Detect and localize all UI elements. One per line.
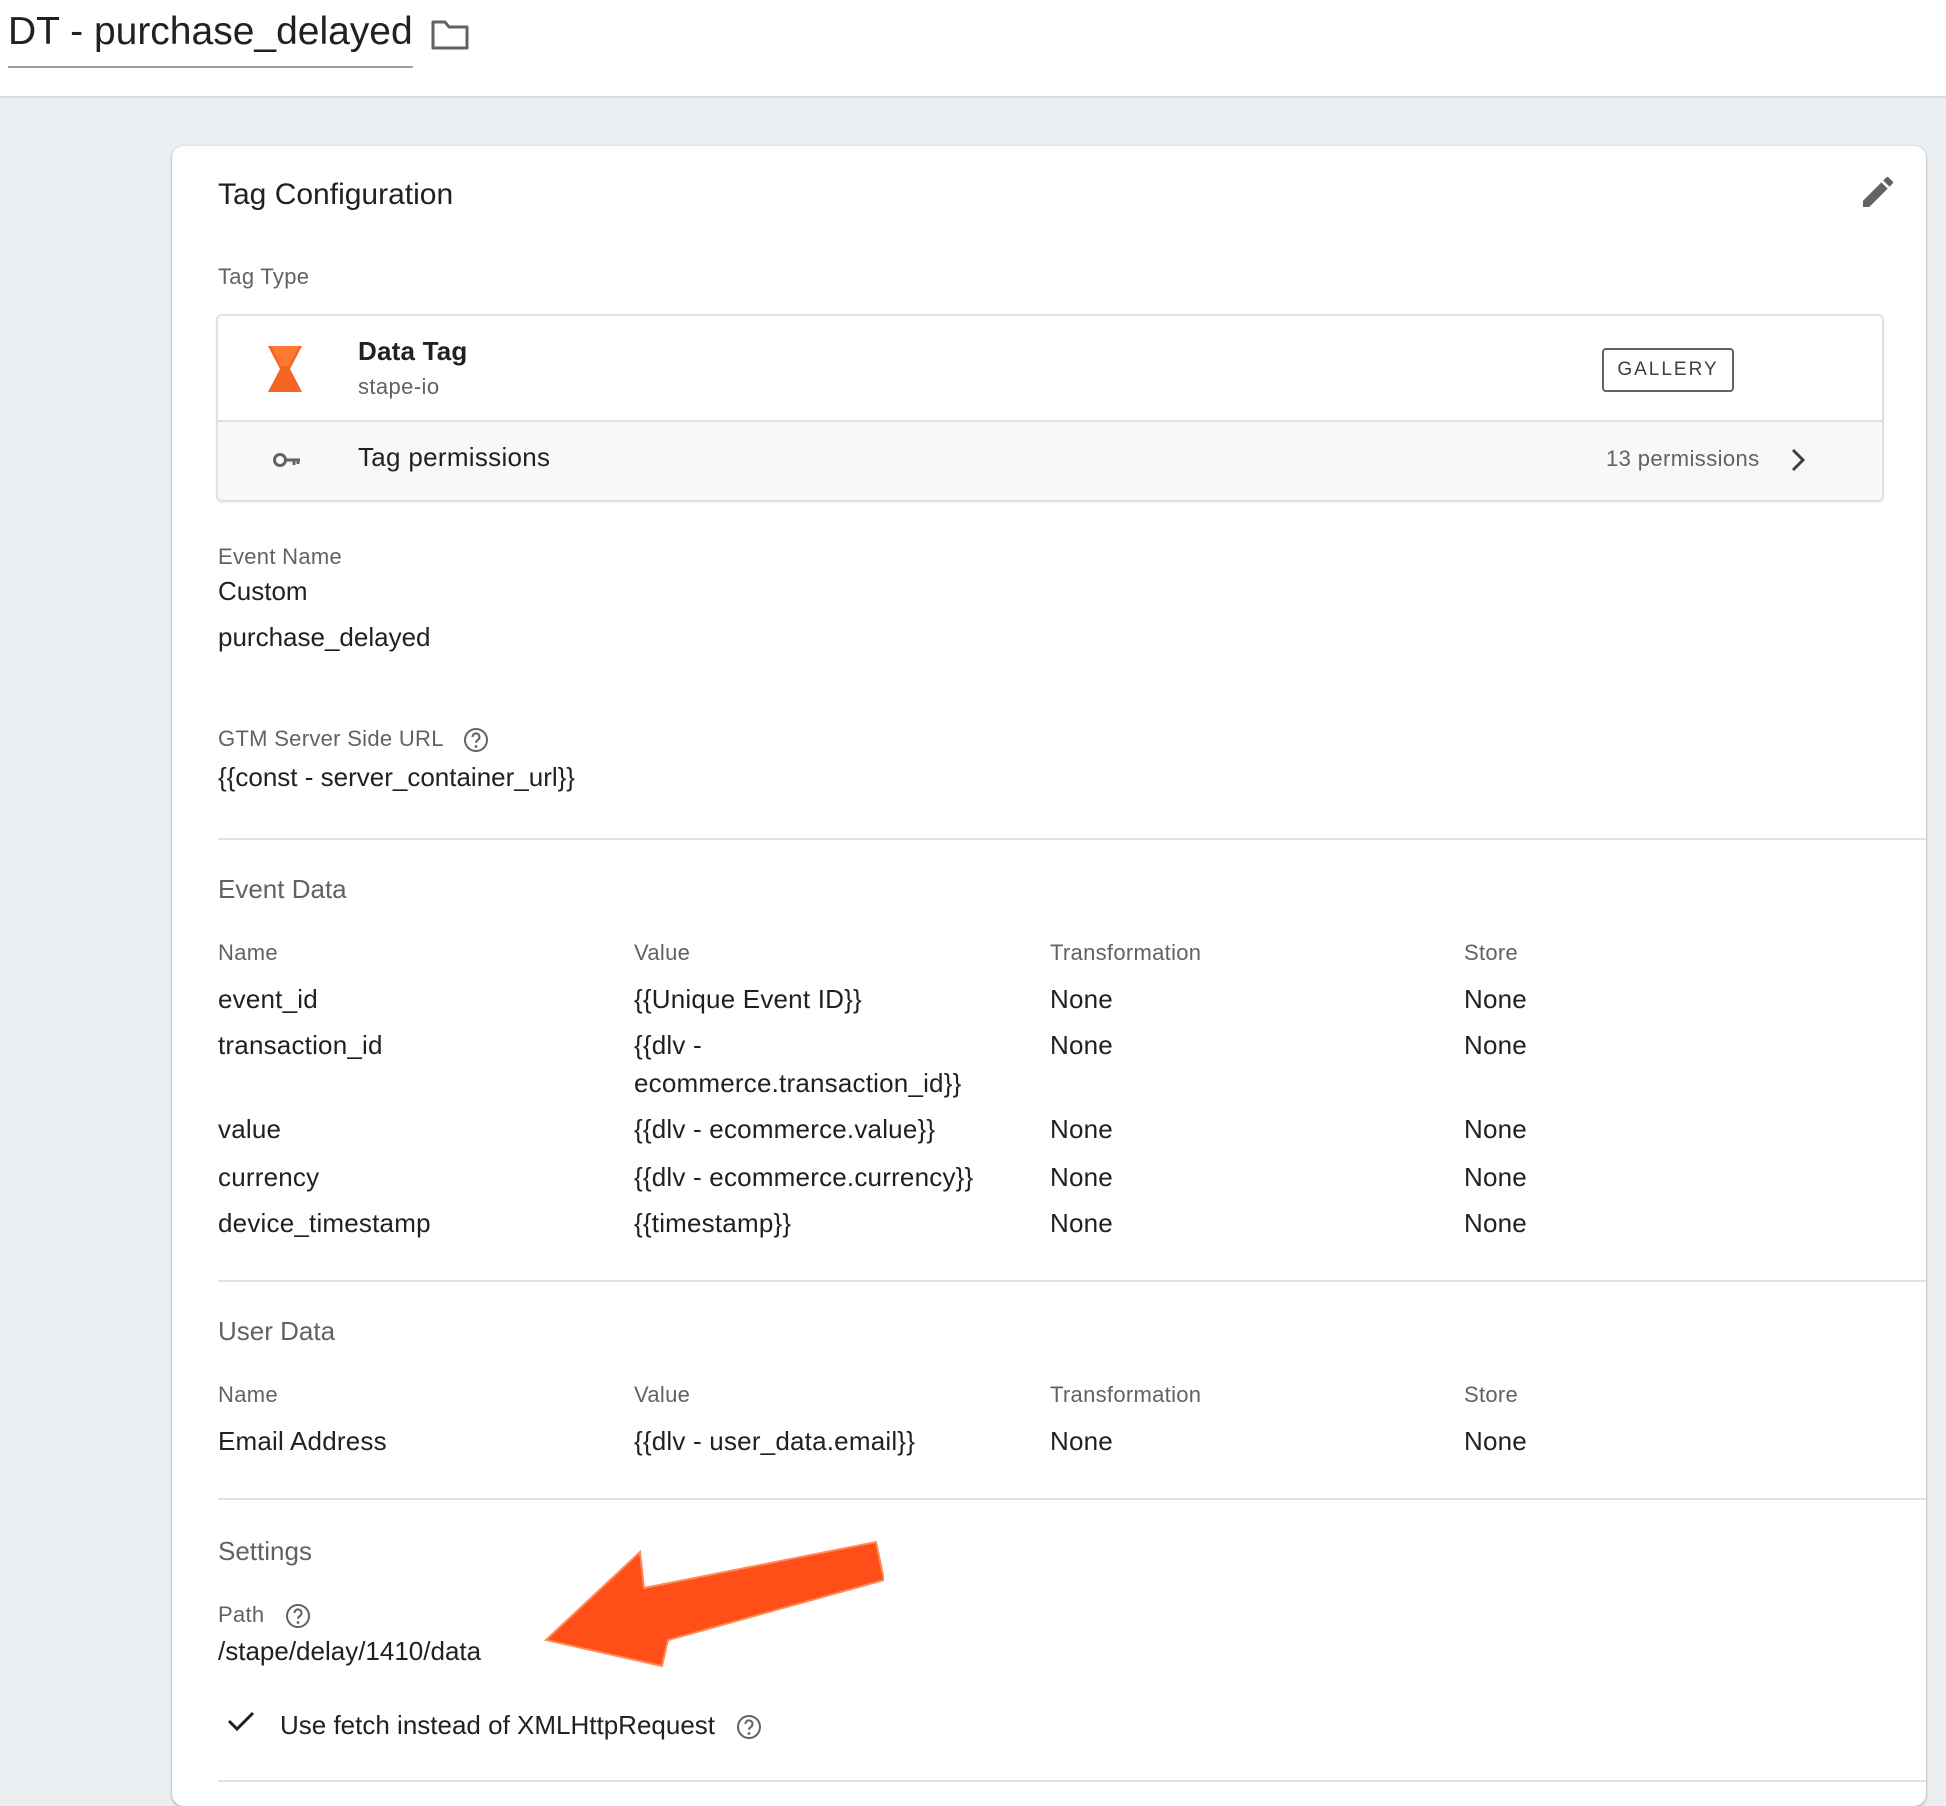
path-value: /stape/delay/1410/data (218, 1636, 482, 1666)
event-data-title: Event Data (218, 874, 347, 904)
data-tag-logo-icon (268, 346, 302, 392)
card-title: Tag Configuration (218, 178, 454, 211)
tag-type-vendor: stape-io (358, 374, 440, 399)
tag-permissions-label: Tag permissions (358, 442, 551, 472)
event-data-store: None (1464, 984, 1527, 1014)
event-data-name: device_timestamp (218, 1208, 431, 1238)
event-data-value: {{dlv - (634, 1030, 702, 1060)
event-data-header-name: Name (218, 940, 278, 965)
help-icon[interactable] (463, 727, 489, 753)
user-data-header-name: Name (218, 1382, 278, 1407)
event-data-value: {{Unique Event ID}} (634, 984, 862, 1014)
event-data-name: event_id (218, 984, 318, 1014)
event-name-value: purchase_delayed (218, 622, 431, 652)
fetch-option: Use fetch instead of XMLHttpRequest (280, 1710, 762, 1741)
event-data-value: {{dlv - ecommerce.value}} (634, 1114, 936, 1144)
tag-type-row[interactable]: Data Tag stape-io GALLERY (218, 316, 1882, 420)
event-data-transformation: None (1050, 984, 1113, 1014)
event-data-store: None (1464, 1208, 1527, 1238)
event-data-transformation: None (1050, 1162, 1113, 1192)
event-data-name: currency (218, 1162, 320, 1192)
event-data-header-store: Store (1464, 940, 1519, 965)
server-url-label-text: GTM Server Side URL (218, 726, 443, 751)
event-data-store: None (1464, 1030, 1527, 1060)
event-data-store: None (1464, 1162, 1527, 1192)
checkmark-icon[interactable] (226, 1708, 256, 1734)
help-icon[interactable] (736, 1714, 762, 1740)
event-data-transformation: None (1050, 1030, 1113, 1060)
tag-type-name: Data Tag (358, 336, 468, 366)
fetch-option-label: Use fetch instead of XMLHttpRequest (280, 1710, 716, 1740)
permissions-count: 13 permissions (1606, 446, 1760, 471)
server-url-label: GTM Server Side URL (218, 726, 489, 753)
user-data-header-transformation: Transformation (1050, 1382, 1202, 1407)
server-url-value: {{const - server_container_url}} (218, 762, 575, 792)
user-data-name: Email Address (218, 1426, 387, 1456)
user-data-header-store: Store (1464, 1382, 1519, 1407)
event-data-value-line2: ecommerce.transaction_id}} (634, 1068, 962, 1098)
event-data-store: None (1464, 1114, 1527, 1144)
divider (218, 838, 1926, 840)
user-data-store: None (1464, 1426, 1527, 1456)
tag-name-field[interactable]: DT - purchase_delayed (8, 10, 413, 68)
user-data-value: {{dlv - user_data.email}} (634, 1426, 916, 1456)
user-data-header-value: Value (634, 1382, 691, 1407)
event-data-transformation: None (1050, 1114, 1113, 1144)
folder-icon[interactable] (429, 16, 471, 54)
pencil-icon[interactable] (1858, 172, 1898, 212)
event-data-value: {{timestamp}} (634, 1208, 792, 1238)
event-data-name: transaction_id (218, 1030, 383, 1060)
event-data-header-value: Value (634, 940, 691, 965)
divider (218, 1280, 1926, 1282)
key-icon (273, 453, 300, 467)
user-data-title: User Data (218, 1316, 336, 1346)
chevron-right-icon (1791, 448, 1806, 472)
gallery-button[interactable]: GALLERY (1602, 348, 1734, 392)
tag-type-box: Data Tag stape-io GALLERY Tag permission… (216, 314, 1884, 502)
divider (218, 1780, 1926, 1782)
event-data-transformation: None (1050, 1208, 1113, 1238)
top-bar: DT - purchase_delayed (0, 0, 1946, 98)
help-icon[interactable] (285, 1603, 311, 1629)
divider (218, 1498, 1926, 1500)
path-label-text: Path (218, 1602, 265, 1627)
event-name-type: Custom (218, 576, 308, 606)
tag-configuration-card: Tag Configuration Tag Type Data Tag stap… (172, 146, 1926, 1806)
event-data-value: {{dlv - ecommerce.currency}} (634, 1162, 974, 1192)
event-data-header-transformation: Transformation (1050, 940, 1202, 965)
tag-type-label: Tag Type (218, 264, 310, 289)
path-label: Path (218, 1602, 311, 1629)
user-data-transformation: None (1050, 1426, 1113, 1456)
tag-permissions-row[interactable]: Tag permissions 13 permissions (218, 420, 1882, 500)
settings-title: Settings (218, 1536, 312, 1566)
event-name-label: Event Name (218, 544, 343, 569)
event-data-name: value (218, 1114, 282, 1144)
